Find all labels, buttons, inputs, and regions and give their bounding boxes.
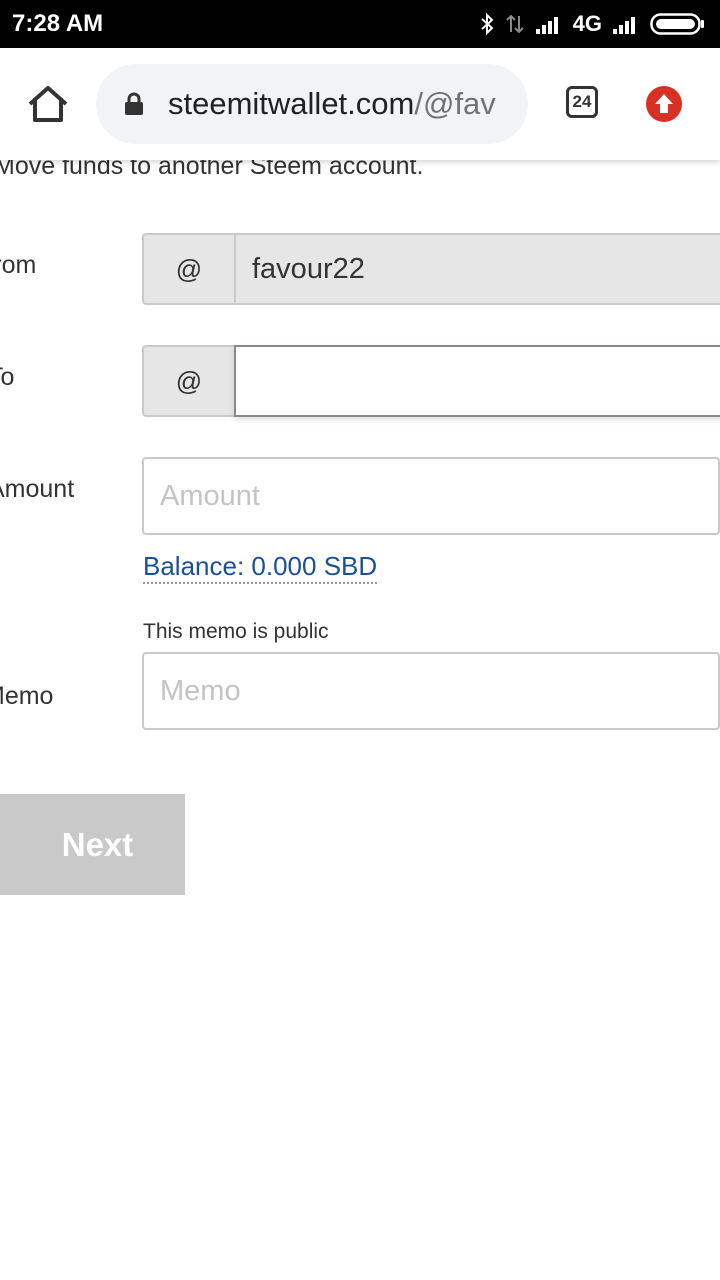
network-type: 4G xyxy=(572,11,602,36)
to-input[interactable] xyxy=(234,345,720,417)
to-label: To xyxy=(0,363,15,391)
from-input-group: @ xyxy=(142,233,720,305)
to-at-prefix: @ xyxy=(142,345,234,417)
from-label: From xyxy=(0,251,37,279)
home-icon[interactable] xyxy=(26,84,70,124)
form-intro: Move funds to another Steem account. xyxy=(0,160,424,180)
status-icons: 4G xyxy=(479,10,706,38)
from-at-prefix: @ xyxy=(142,233,234,305)
bluetooth-icon xyxy=(480,12,494,36)
address-bar[interactable]: steemitwallet.com/@fav xyxy=(96,64,528,144)
balance-link[interactable]: Balance: 0.000 SBD xyxy=(143,550,378,584)
status-time: 7:28 AM xyxy=(12,10,104,37)
url-text: steemitwallet.com/@fav xyxy=(168,86,496,122)
memo-public-note: This memo is public xyxy=(143,620,329,643)
amount-input[interactable] xyxy=(142,457,720,535)
url-host: steemitwallet.com xyxy=(168,86,415,121)
memo-label: Memo xyxy=(0,682,54,710)
tab-switcher-button[interactable]: 24 xyxy=(566,86,598,118)
update-icon xyxy=(655,94,673,113)
amount-label: Amount xyxy=(0,475,75,503)
url-path: /@fav xyxy=(414,86,496,121)
tab-count: 24 xyxy=(572,92,592,111)
from-input[interactable] xyxy=(234,233,720,305)
data-transfer-icon xyxy=(505,14,524,34)
signal-icon xyxy=(535,17,558,34)
transfer-form: Move funds to another Steem account. Fro… xyxy=(0,160,720,1280)
lock-icon xyxy=(125,92,143,115)
memo-input[interactable] xyxy=(142,652,720,730)
next-button[interactable]: Next xyxy=(0,794,185,895)
browser-toolbar: steemitwallet.com/@fav 24 xyxy=(0,48,720,160)
battery-icon xyxy=(650,13,704,35)
update-button[interactable] xyxy=(646,86,682,122)
signal-icon xyxy=(613,17,635,34)
to-input-group: @ xyxy=(142,345,720,417)
status-bar: 7:28 AM 4G xyxy=(0,0,720,48)
